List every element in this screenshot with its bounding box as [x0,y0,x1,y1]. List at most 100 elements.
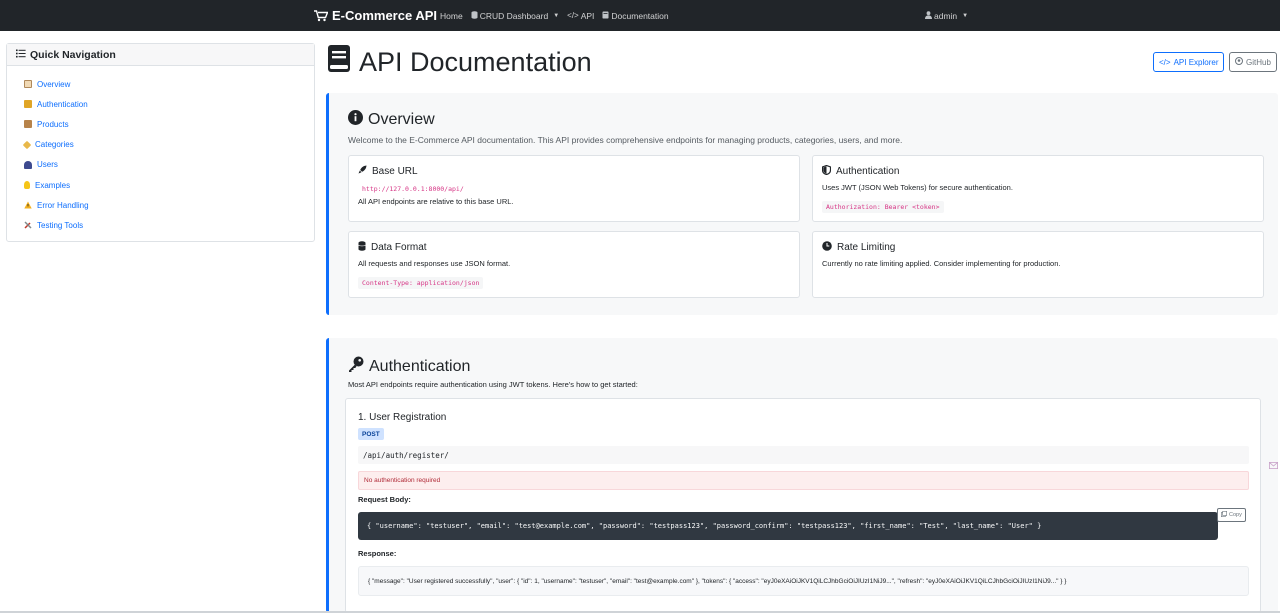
tag-icon [22,140,32,149]
book-icon [327,45,351,79]
nav-home[interactable]: Home [440,11,463,21]
rate-text: Currently no rate limiting applied. Cons… [822,259,1061,268]
overview-title: Overview [348,110,435,130]
endpoint-title: 1. User Registration [358,412,447,423]
auth-required-alert: No authentication required [358,471,1249,490]
card-title: Data Format [358,241,427,254]
copy-label: Copy [1229,512,1242,518]
github-icon [1235,57,1243,67]
user-icon [925,10,932,21]
sidebar-item-label: Authentication [37,99,88,109]
format-code: Content-Type: application/json [358,277,484,289]
database-icon [471,10,478,21]
user-registration-card: 1. User Registration POST /api/auth/regi… [345,398,1261,613]
nav-api[interactable]: </> API [567,11,594,21]
lightbulb-icon [24,181,30,190]
chevron-down-icon: ▼ [962,12,969,19]
method-badge: POST [358,428,384,440]
user-menu[interactable]: admin ▼ [925,0,968,31]
api-explorer-button[interactable]: </> API Explorer [1153,52,1225,72]
navbar: E-Commerce API Home CRUD Dashboard ▼ </>… [0,0,1280,31]
code-icon: </> [567,11,579,20]
sidebar-item-error-handling[interactable]: Error Handling [24,195,314,215]
request-body-label: Request Body: [358,495,411,504]
sidebar-item-label: Categories [35,140,74,150]
cart-icon [314,9,328,21]
card-title-text: Base URL [372,165,418,177]
shield-icon [821,164,832,178]
sidebar-item-label: Products [37,119,69,129]
page-title: API Documentation [327,44,592,80]
overview-description: Welcome to the E-Commerce API documentat… [348,135,903,145]
sidebar-item-label: Users [37,160,58,170]
sidebar-item-products[interactable]: Products [24,114,314,134]
brand[interactable]: E-Commerce API [314,0,437,31]
response-body: { "message": "User registered successful… [358,566,1249,596]
sidebar-title: Quick Navigation [30,48,116,61]
user-name: admin [934,10,958,21]
github-label: GitHub [1246,57,1271,67]
card-title-text: Data Format [371,242,427,253]
authentication-title: Authentication [348,356,470,377]
auth-code: Authorization: Bearer <token> [822,201,944,213]
quick-navigation: Quick Navigation Overview Authentication… [6,43,315,242]
users-icon [24,160,32,169]
sidebar-item-overview[interactable]: Overview [24,74,314,94]
mail-icon[interactable] [1267,459,1279,471]
response-label: Response: [358,549,397,558]
auth-text: Uses JWT (JSON Web Tokens) for secure au… [822,183,1013,192]
card-title: Base URL [358,165,418,177]
book-icon [602,11,609,21]
chevron-down-icon: ▼ [553,12,560,19]
clock-icon [822,241,832,254]
sidebar-item-label: Overview [37,79,71,89]
nav-api-label: API [580,10,595,21]
sidebar-item-label: Examples [35,180,71,190]
info-icon [348,110,363,130]
authentication-description: Most API endpoints require authenticatio… [348,380,638,389]
code-icon: </> [1159,57,1171,67]
lock-icon [24,100,32,109]
base-url-card: Base URL http://127.0.0.1:8000/api/ All … [348,155,800,222]
sidebar-item-examples[interactable]: Examples [24,175,314,195]
sidebar-item-label: Testing Tools [37,220,84,230]
nav-home-label: Home [440,10,463,21]
overview-title-text: Overview [368,111,435,128]
card-title: Authentication [821,164,900,178]
sidebar-item-categories[interactable]: Categories [22,135,314,155]
auth-card: Authentication Uses JWT (JSON Web Tokens… [812,155,1264,222]
sidebar-item-testing-tools[interactable]: Testing Tools [24,215,314,235]
nav-doc-label: Documentation [611,10,669,21]
base-url-code: http://127.0.0.1:8000/api/ [362,185,464,193]
copy-button[interactable]: Copy [1217,508,1246,522]
request-body-code: { "username": "testuser", "email": "test… [358,512,1218,540]
github-button[interactable]: GitHub [1229,52,1277,72]
sidebar-header: Quick Navigation [7,44,314,66]
page-title-text: API Documentation [359,46,592,77]
nav-crud-dashboard[interactable]: CRUD Dashboard ▼ [471,11,559,21]
authentication-title-text: Authentication [369,357,471,375]
book-icon [24,80,32,89]
brand-label: E-Commerce API [332,8,437,23]
nav-crud-label: CRUD Dashboard [479,10,549,21]
nav-links: Home CRUD Dashboard ▼ </> API Documentat… [440,0,669,31]
card-title: Rate Limiting [822,241,895,254]
endpoint-path: /api/auth/register/ [358,446,1249,464]
sidebar-list: Overview Authentication Products Categor… [7,66,314,236]
card-title-text: Authentication [836,166,900,177]
copy-icon [1221,511,1228,519]
sidebar-item-authentication[interactable]: Authentication [24,94,314,114]
box-icon [24,120,32,129]
rate-limiting-card: Rate Limiting Currently no rate limiting… [812,231,1264,298]
tools-icon [24,221,32,229]
sidebar-item-users[interactable]: Users [24,155,314,175]
sidebar-item-label: Error Handling [37,200,89,210]
key-icon [348,356,364,377]
format-text: All requests and responses use JSON form… [358,259,511,268]
list-icon [16,49,26,61]
card-title-text: Rate Limiting [837,242,896,253]
rocket-icon [358,165,367,177]
nav-documentation[interactable]: Documentation [602,10,669,21]
data-format-card: Data Format All requests and responses u… [348,231,800,298]
base-url-text: All API endpoints are relative to this b… [358,197,514,206]
